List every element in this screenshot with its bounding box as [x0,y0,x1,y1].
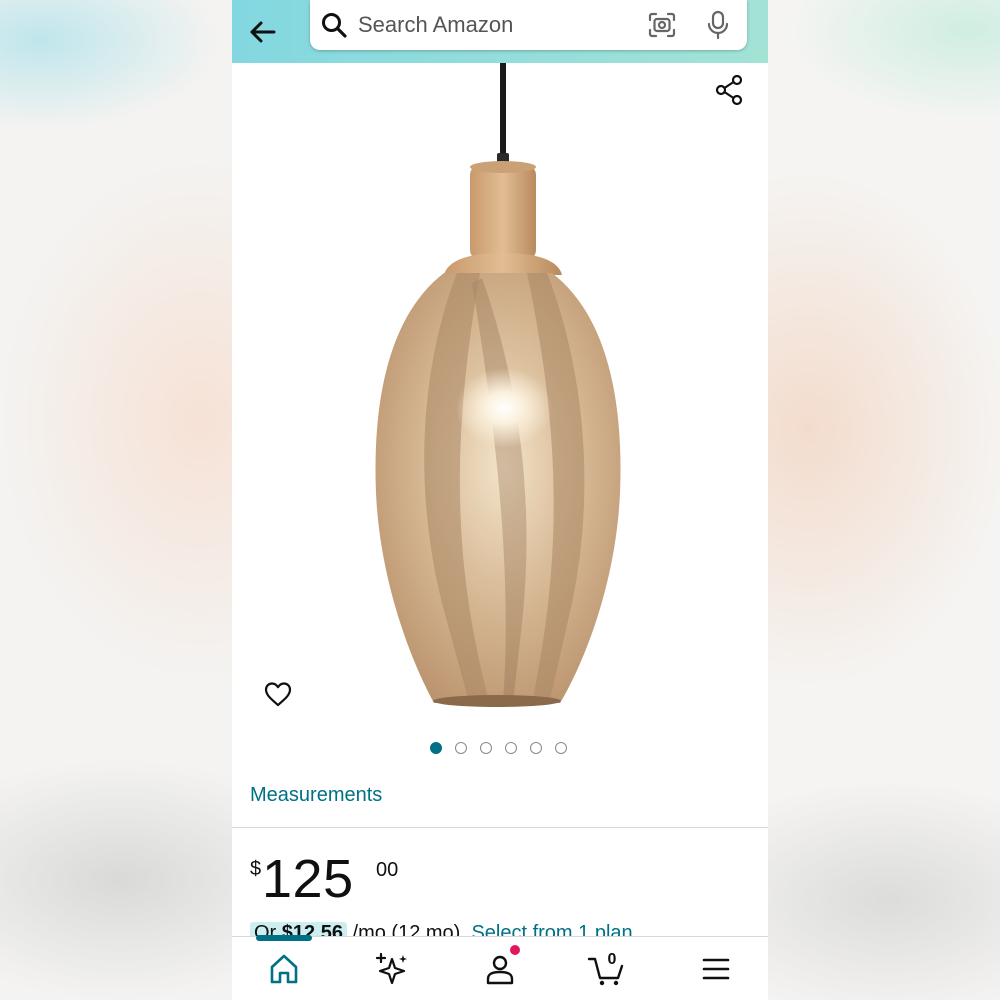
menu-icon [702,958,730,980]
wishlist-button[interactable] [262,678,294,710]
cart-count: 0 [607,951,617,968]
heart-icon [264,682,292,707]
carousel-dot[interactable] [455,742,467,754]
nav-account[interactable] [480,951,520,987]
active-tab-indicator [256,935,312,941]
search-input[interactable] [358,10,628,40]
app-screen: Measurements $ 125 00 Or $12.56 /mo (12 … [232,0,768,1000]
nav-home[interactable] [264,951,304,987]
share-button[interactable] [712,72,748,108]
microphone-icon[interactable] [706,10,730,40]
camera-scan-icon[interactable] [647,11,677,39]
carousel-dot[interactable] [530,742,542,754]
search-bar[interactable] [310,0,747,50]
nav-menu[interactable] [696,951,736,987]
carousel-dot[interactable] [505,742,517,754]
sparkle-icon [375,952,407,985]
bottom-navigation: 0 [232,935,768,1000]
divider [232,827,768,828]
share-icon [715,74,743,106]
measurements-link[interactable]: Measurements [250,784,382,807]
carousel-dot[interactable] [480,742,492,754]
price-whole: 125 [262,849,354,909]
image-carousel-dots [430,742,567,756]
carousel-dot[interactable] [555,742,567,754]
nav-ai[interactable] [372,951,412,987]
home-icon [270,954,298,984]
back-button[interactable] [244,8,288,52]
blurred-background-right [768,0,1000,1000]
carousel-dot[interactable] [430,742,442,754]
arrow-left-icon [250,21,276,43]
blurred-background-left [0,0,232,1000]
notification-dot [510,945,520,955]
search-icon [322,13,347,38]
top-bar [232,0,768,63]
price-currency: $ [250,858,262,880]
product-image[interactable] [362,63,642,723]
account-icon [486,955,514,985]
price-fraction: 00 [376,859,399,881]
